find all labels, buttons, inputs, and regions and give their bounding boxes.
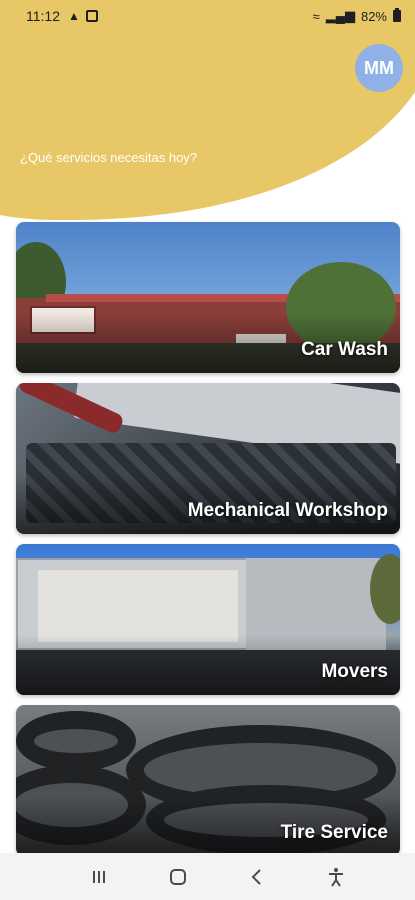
service-label: Tire Service: [280, 822, 388, 843]
service-card-tire-service[interactable]: Tire Service: [16, 705, 400, 856]
accessibility-icon[interactable]: [316, 857, 356, 897]
accessibility-icon-glyph: [328, 867, 343, 887]
header-curve: [0, 32, 415, 221]
notification-icons: ▲: [68, 9, 98, 23]
status-bar: 11:12 ▲ ≈ ▂▄▆ 82%: [0, 0, 415, 32]
home-icon-glyph: [170, 868, 187, 885]
home-icon[interactable]: [158, 857, 198, 897]
back-icon[interactable]: [237, 857, 277, 897]
app-screen: 11:12 ▲ ≈ ▂▄▆ 82% MM ¿Qué servicios nece…: [0, 0, 415, 900]
truck-open-shape: [38, 570, 238, 642]
status-right: ≈ ▂▄▆ 82%: [313, 8, 401, 24]
tire-shape: [16, 711, 136, 771]
recents-icon-glyph: [93, 870, 106, 883]
user-avatar[interactable]: MM: [355, 44, 403, 92]
notification-icon: ▲: [68, 9, 80, 23]
greeting-text: ¿Qué servicios necesitas hoy?: [20, 150, 198, 165]
service-card-movers[interactable]: Movers: [16, 544, 400, 695]
signal-icon: ▂▄▆: [325, 8, 355, 23]
service-label: Mechanical Workshop: [187, 500, 388, 521]
service-label: Car Wash: [301, 339, 388, 360]
service-card-mechanical-workshop[interactable]: Mechanical Workshop: [16, 383, 400, 534]
service-label: Movers: [321, 661, 388, 682]
wifi-icon: ≈: [312, 8, 320, 24]
status-time: 11:12: [26, 8, 60, 24]
back-icon-glyph: [251, 868, 261, 885]
battery-percent: 82%: [360, 8, 387, 24]
app-notification-icon: [85, 10, 98, 22]
services-list: Car Wash Mechanical Workshop Movers Tire…: [16, 222, 400, 866]
recents-icon[interactable]: [79, 857, 119, 897]
service-card-car-wash[interactable]: Car Wash: [16, 222, 400, 373]
system-nav-bar: [0, 853, 415, 900]
battery-icon: [393, 8, 401, 22]
header-background: [0, 32, 415, 222]
